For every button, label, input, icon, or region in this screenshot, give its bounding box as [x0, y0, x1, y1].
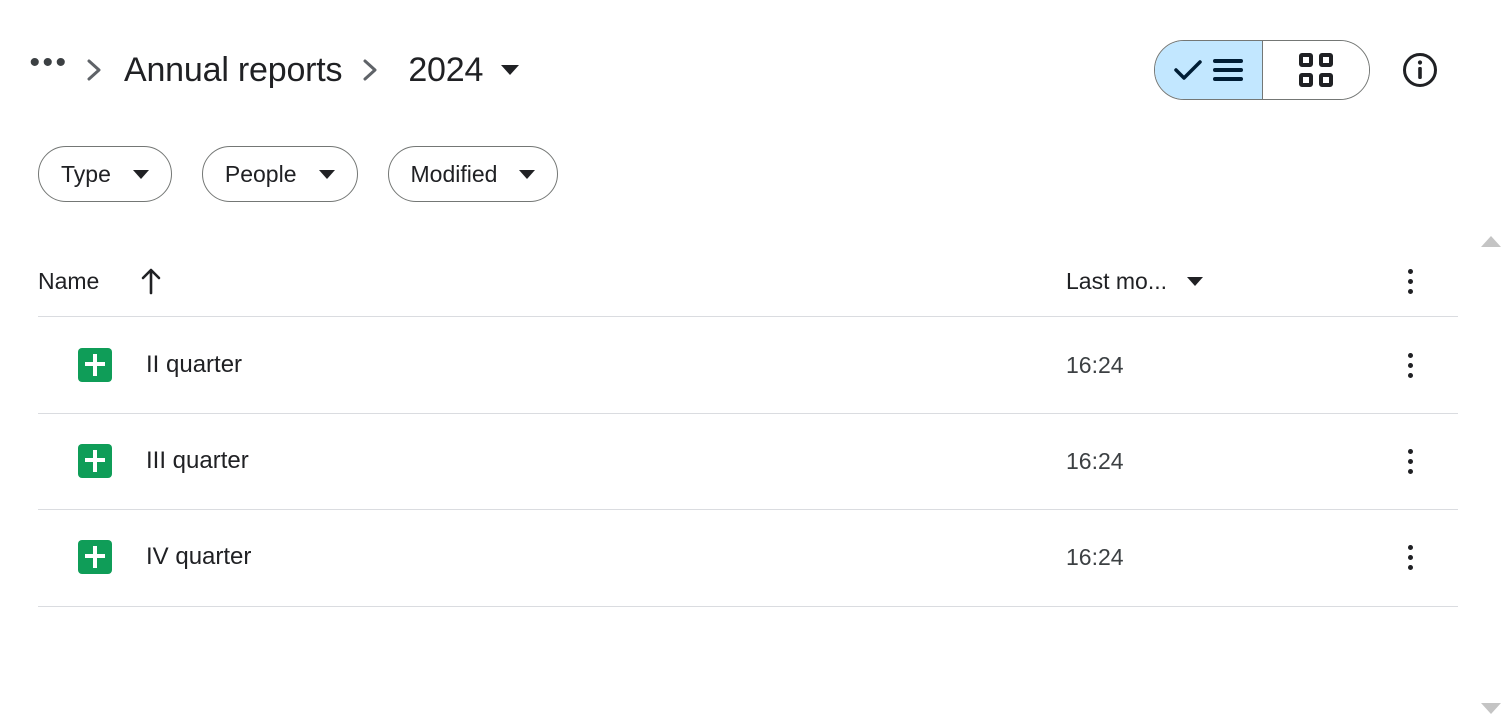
row-actions-button[interactable] [1390, 443, 1430, 480]
breadcrumb: ••• Annual reports 2024 [28, 40, 520, 100]
table-options-button[interactable] [1390, 263, 1430, 300]
file-name-cell: IV quarter [78, 540, 251, 574]
google-sheets-icon [78, 444, 112, 478]
table-header-row: Name Last mo... [0, 246, 1512, 316]
filter-chip-modified-label: Modified [410, 160, 498, 187]
drive-file-list-page: ••• Annual reports 2024 Type People Modi… [0, 0, 1512, 724]
vertical-scrollbar[interactable] [1470, 228, 1512, 724]
chevron-down-icon-type [132, 169, 149, 179]
filter-chips: Type People Modified [38, 146, 559, 202]
breadcrumb-current-label: 2024 [408, 50, 484, 89]
divider [38, 606, 1458, 607]
scroll-down-arrow-icon[interactable] [1481, 703, 1501, 714]
more-vertical-icon-row [1398, 539, 1423, 576]
sort-ascending-arrow-icon [139, 266, 163, 296]
breadcrumb-item-current[interactable]: 2024 [396, 50, 520, 90]
more-vertical-icon-row [1398, 443, 1423, 480]
file-name-label: IV quarter [146, 543, 252, 570]
view-toggle-group [1154, 40, 1370, 100]
list-lines-icon [1213, 59, 1244, 81]
table-row[interactable]: IV quarter 16:24 [0, 509, 1512, 605]
table-row[interactable]: II quarter 16:24 [0, 317, 1512, 413]
filter-chip-type[interactable]: Type [38, 146, 172, 202]
breadcrumb-overflow-button[interactable]: ••• [28, 48, 70, 91]
file-modified-label: 16:24 [1066, 351, 1124, 378]
column-header-name[interactable]: Name [38, 266, 163, 296]
filter-chip-people-label: People [224, 160, 297, 187]
file-modified-label: 16:24 [1066, 543, 1124, 570]
filter-chip-modified[interactable]: Modified [387, 146, 559, 202]
scroll-up-arrow-icon[interactable] [1481, 236, 1501, 247]
filter-chip-people[interactable]: People [201, 146, 358, 202]
chevron-down-icon-modified [519, 169, 536, 179]
file-name-cell: III quarter [78, 444, 249, 478]
top-bar: ••• Annual reports 2024 [0, 0, 1512, 118]
chevron-right-icon [74, 49, 116, 91]
column-header-last-modified-label: Last mo... [1066, 267, 1167, 294]
row-actions-button[interactable] [1390, 347, 1430, 384]
chevron-right-icon-2 [350, 49, 392, 91]
grid-view-button[interactable] [1262, 41, 1369, 99]
file-name-cell: II quarter [78, 348, 242, 382]
column-header-name-label: Name [38, 267, 100, 294]
filter-chip-type-label: Type [61, 160, 111, 187]
breadcrumb-item-parent[interactable]: Annual reports [120, 51, 346, 90]
more-vertical-icon-row [1398, 347, 1423, 384]
file-table: Name Last mo... II quarter 16:24 III qua… [0, 246, 1512, 607]
grid-squares-icon [1298, 53, 1333, 87]
column-header-last-modified[interactable]: Last mo... [1066, 268, 1203, 295]
info-circle-icon [1401, 51, 1439, 89]
google-sheets-icon [78, 348, 112, 382]
file-name-label: III quarter [146, 447, 249, 474]
chevron-down-icon [501, 65, 520, 75]
google-sheets-icon [78, 540, 112, 574]
file-modified-label: 16:24 [1066, 447, 1124, 474]
check-icon [1173, 58, 1203, 82]
chevron-down-icon-sort [1186, 276, 1203, 286]
table-row[interactable]: III quarter 16:24 [0, 413, 1512, 509]
more-vertical-icon [1398, 263, 1423, 300]
list-view-button[interactable] [1155, 41, 1263, 99]
chevron-down-icon-people [318, 169, 335, 179]
row-actions-button[interactable] [1390, 539, 1430, 576]
info-button[interactable] [1398, 48, 1442, 92]
file-name-label: II quarter [146, 351, 243, 378]
